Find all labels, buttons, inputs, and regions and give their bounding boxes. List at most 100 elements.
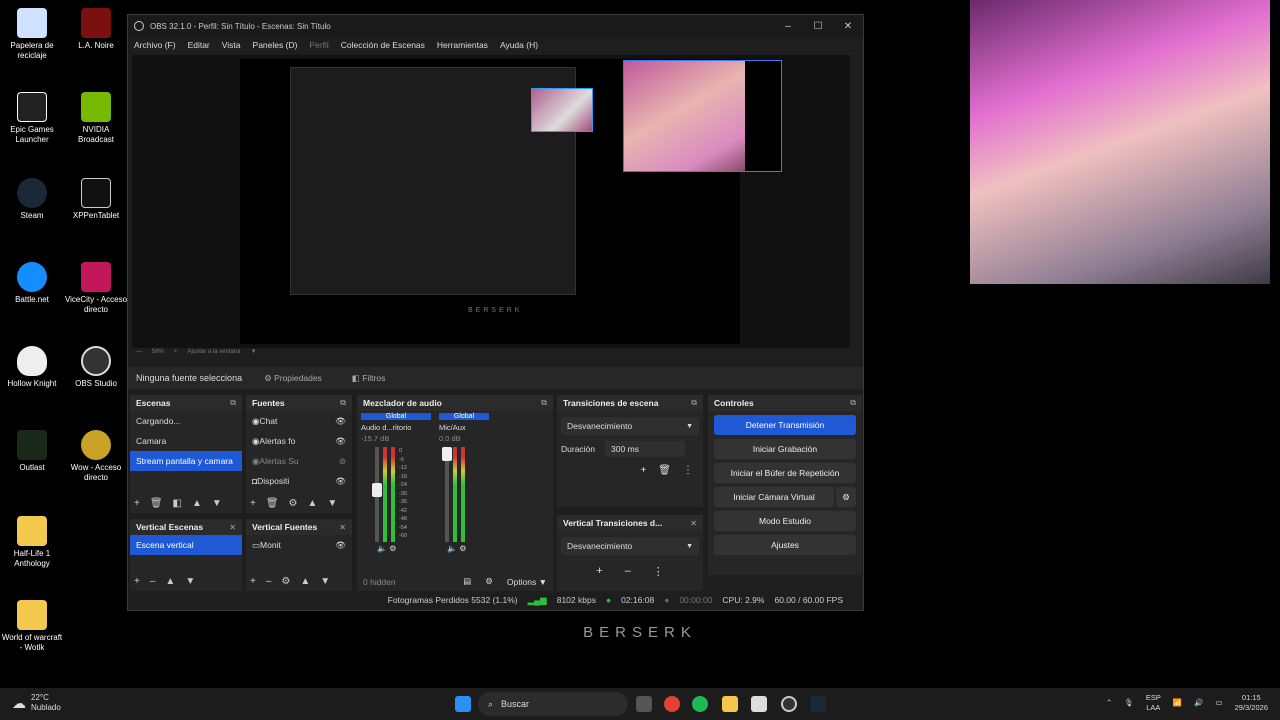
transition-select[interactable]: Desvanecimiento ▼: [561, 417, 699, 435]
eye-icon[interactable]: 👁: [335, 540, 352, 551]
battlenet-icon[interactable]: Battle.net: [0, 262, 64, 305]
speaker-icon[interactable]: 🔈: [377, 544, 387, 553]
more-icon[interactable]: ⋮: [683, 465, 693, 476]
undock-icon[interactable]: ⧉: [850, 398, 856, 408]
source-item[interactable]: ◉ Alertas Su ⊘: [246, 451, 352, 471]
stop-streaming-button[interactable]: Detener Transmisión: [714, 415, 856, 435]
properties-button[interactable]: ⚙ Propiedades: [256, 370, 330, 387]
file-explorer-icon[interactable]: [722, 696, 738, 712]
close-icon[interactable]: ✕: [339, 523, 346, 532]
add-icon[interactable]: +: [134, 498, 140, 509]
hollow-knight-icon[interactable]: Hollow Knight: [0, 346, 64, 389]
remove-icon[interactable]: –: [625, 565, 631, 578]
options-button[interactable]: Options ▼: [507, 577, 547, 587]
channel-name[interactable]: Mic/Aux: [439, 423, 489, 432]
down-icon[interactable]: ▼: [212, 498, 222, 509]
zoom-fit[interactable]: Ajustar a la ventana: [188, 349, 241, 359]
menu-perfil[interactable]: Perfil: [309, 40, 328, 50]
add-icon[interactable]: +: [596, 565, 602, 578]
volume-slider[interactable]: [442, 447, 452, 542]
vertical-transition-select[interactable]: Desvanecimiento ▼: [561, 537, 699, 555]
layout-icon[interactable]: ▤: [463, 576, 471, 587]
spotify-icon[interactable]: [692, 696, 708, 712]
taskbar-search[interactable]: ⌕ Buscar: [478, 692, 628, 716]
store-icon[interactable]: [751, 696, 767, 712]
virtual-camera-button[interactable]: Iniciar Cámara Virtual: [714, 487, 834, 507]
menu-herramientas[interactable]: Herramientas: [437, 40, 488, 50]
channel-name[interactable]: Audio d...ritorio: [361, 423, 431, 432]
menu-archivo[interactable]: Archivo (F): [134, 40, 176, 50]
close-icon[interactable]: ✕: [690, 519, 697, 528]
steam-icon[interactable]: Steam: [0, 178, 64, 221]
menu-editar[interactable]: Editar: [188, 40, 210, 50]
more-icon[interactable]: ⋮: [653, 565, 664, 578]
add-icon[interactable]: +: [250, 498, 256, 509]
obs-studio-icon[interactable]: OBS Studio: [64, 346, 128, 389]
down-icon[interactable]: ▼: [327, 498, 337, 509]
epic-games-icon[interactable]: Epic Games Launcher: [0, 92, 64, 145]
undock-icon[interactable]: ⧉: [340, 398, 346, 408]
volume-slider[interactable]: [372, 447, 382, 542]
menu-coleccion[interactable]: Colección de Escenas: [341, 40, 425, 50]
mic-icon[interactable]: 🎙: [1124, 698, 1134, 708]
maximize-button[interactable]: ☐: [803, 21, 833, 32]
nvidia-broadcast-icon[interactable]: NVIDIA Broadcast: [64, 92, 128, 145]
virtual-camera-gear-icon[interactable]: ⚙: [836, 487, 856, 507]
gear-icon[interactable]: ⚙: [281, 576, 290, 587]
vertical-scene-item[interactable]: Escena vertical: [130, 535, 242, 555]
wifi-icon[interactable]: 📶: [1173, 698, 1182, 708]
recycle-bin-icon[interactable]: Papelera de reciclaje: [0, 8, 64, 61]
up-icon[interactable]: ▲: [192, 498, 202, 509]
source-item[interactable]: ◘ Dispositi 👁: [246, 471, 352, 491]
speaker-icon[interactable]: 🔈: [447, 544, 457, 553]
eye-icon[interactable]: 👁: [335, 416, 352, 427]
start-recording-button[interactable]: Iniciar Grabación: [714, 439, 856, 459]
steam-taskbar-icon[interactable]: [810, 696, 826, 712]
language-indicator[interactable]: ESP LAA: [1146, 693, 1161, 713]
up-icon[interactable]: ▲: [300, 576, 310, 587]
remove-icon[interactable]: –: [266, 576, 272, 587]
gear-icon[interactable]: ⚙: [289, 498, 298, 509]
camera-source-preview[interactable]: [623, 60, 782, 172]
minimize-button[interactable]: –: [773, 21, 803, 32]
xppen-icon[interactable]: XPPenTablet: [64, 178, 128, 221]
scene-item-selected[interactable]: Stream pantalla y camara: [130, 451, 242, 471]
menu-paneles[interactable]: Paneles (D): [253, 40, 298, 50]
clock[interactable]: 01:15 29/3/2026: [1235, 693, 1268, 713]
down-icon[interactable]: ▼: [185, 576, 195, 587]
vertical-source-item[interactable]: ▭ Monit 👁: [246, 535, 352, 555]
start-button-icon[interactable]: [455, 696, 471, 712]
task-view-icon[interactable]: [636, 696, 652, 712]
up-icon[interactable]: ▲: [308, 498, 318, 509]
undock-icon[interactable]: ⧉: [691, 398, 697, 408]
la-noire-icon[interactable]: L.A. Noire: [64, 8, 128, 51]
delete-icon[interactable]: 🗑: [658, 465, 671, 476]
chevron-up-icon[interactable]: ⌃: [1106, 698, 1112, 708]
settings-icon[interactable]: ⚙: [389, 544, 396, 553]
eye-icon[interactable]: 👁: [335, 436, 352, 447]
settings-icon[interactable]: ⚙: [459, 544, 466, 553]
down-icon[interactable]: ▼: [320, 576, 330, 587]
chrome-icon[interactable]: [664, 696, 680, 712]
delete-icon[interactable]: 🗑: [150, 498, 163, 509]
source-item[interactable]: ◉ Chat 👁: [246, 411, 352, 431]
obs-taskbar-icon[interactable]: [781, 696, 797, 712]
close-button[interactable]: ✕: [833, 21, 863, 32]
outlast-icon[interactable]: Outlast: [0, 430, 64, 473]
source-item[interactable]: ◉ Alertas fo 👁: [246, 431, 352, 451]
studio-mode-button[interactable]: Modo Estudio: [714, 511, 856, 531]
wow-wotlk-folder-icon[interactable]: World of warcraft - Wotlk: [0, 600, 64, 653]
add-icon[interactable]: +: [640, 465, 646, 476]
delete-icon[interactable]: 🗑: [266, 498, 279, 509]
duration-input[interactable]: 300 ms: [605, 441, 686, 457]
eye-icon[interactable]: 👁: [335, 476, 352, 487]
remove-icon[interactable]: –: [150, 576, 156, 587]
filters-button[interactable]: ◧ Filtros: [344, 370, 394, 387]
replay-buffer-button[interactable]: Iniciar el Búfer de Repetición: [714, 463, 856, 483]
battery-icon[interactable]: ▭: [1216, 698, 1223, 708]
close-icon[interactable]: ✕: [229, 523, 236, 532]
obs-titlebar[interactable]: OBS 32.1.0 - Perfil: Sin Título - Escena…: [128, 15, 863, 37]
undock-icon[interactable]: ⧉: [230, 398, 236, 408]
eye-hidden-icon[interactable]: ⊘: [339, 456, 352, 467]
add-icon[interactable]: +: [134, 576, 140, 587]
